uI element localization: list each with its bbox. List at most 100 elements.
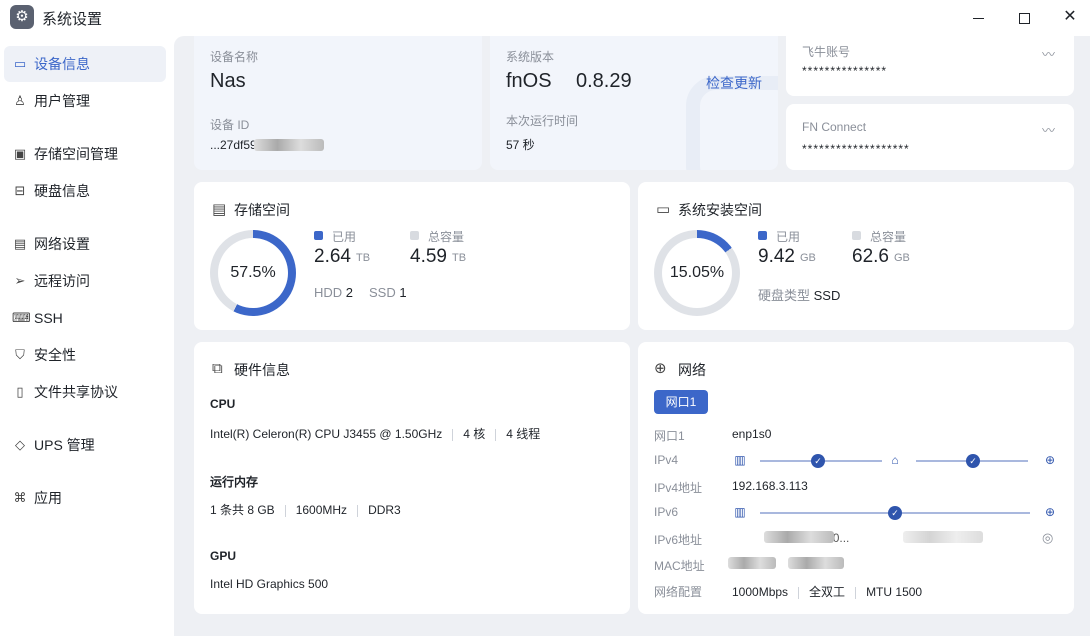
check-icon: ✓ — [888, 506, 902, 520]
sidebar-item-label: 应用 — [34, 490, 62, 506]
feiniu-account-label: 飞牛账号 — [802, 45, 851, 59]
sidebar: ▭ 设备信息 ♙ 用户管理 ▣ 存储空间管理 ⊟ 硬盘信息 ▤ 网络设置 ➢ 远… — [0, 36, 174, 636]
cpu-heading: CPU — [210, 397, 236, 411]
network-title: 网络 — [678, 362, 706, 378]
minimize-button[interactable] — [958, 4, 998, 30]
code-icon: ⌨ — [12, 310, 31, 325]
fn-connect-label: FN Connect — [802, 120, 867, 134]
apps-icon: ⌘ — [13, 490, 27, 505]
sidebar-item-label: UPS 管理 — [34, 437, 95, 453]
device-node-icon: ▥ — [734, 453, 746, 467]
device-name: Nas — [210, 70, 246, 92]
total-legend-swatch — [410, 231, 419, 240]
sidebar-item-disk[interactable]: ⊟ 硬盘信息 — [4, 173, 166, 209]
storage-icon: ▣ — [13, 146, 27, 161]
storage-total-unit: TB — [452, 252, 467, 264]
sidebar-item-device-info[interactable]: ▭ 设备信息 — [4, 46, 166, 82]
eye-closed-icon[interactable]: 〰 — [1042, 120, 1055, 139]
storage-total-value: 4.59 — [410, 246, 447, 267]
ipv4-address-value: 192.168.3.113 — [732, 479, 808, 493]
sidebar-item-security[interactable]: ⛉ 安全性 — [4, 337, 166, 373]
memory-speed: 1600MHz — [295, 503, 348, 517]
total-legend-swatch — [852, 231, 861, 240]
shield-icon: ⛉ — [15, 347, 25, 362]
tab-port1[interactable]: 网口1 — [654, 390, 708, 414]
eye-closed-icon[interactable]: 〰 — [1042, 44, 1055, 63]
maximize-icon — [1018, 12, 1030, 24]
network-card: ⊕ 网络 网口1 网口1 enp1s0 IPv4 ▥ ✓ ⌂ ✓ ⊕ IPv4地… — [638, 342, 1074, 614]
hardware-title: 硬件信息 — [234, 362, 290, 378]
system-disk-usage-ring: 15.05% — [654, 230, 740, 316]
redaction-blur — [788, 557, 844, 569]
uptime-label: 本次运行时间 — [506, 114, 579, 128]
used-legend-swatch — [758, 231, 767, 240]
sidebar-item-network[interactable]: ▤ 网络设置 — [4, 226, 166, 262]
sidebar-item-apps[interactable]: ⌘ 应用 — [4, 480, 166, 516]
hardware-icon: ⧉ — [212, 360, 223, 377]
feiniu-account-value: *************** — [802, 64, 888, 78]
sidebar-item-remote[interactable]: ➢ 远程访问 — [4, 263, 166, 299]
ups-icon: ◇ — [15, 437, 25, 452]
sidebar-item-label: 硬盘信息 — [34, 183, 90, 199]
system-disk-usage-percent: 15.05% — [662, 238, 732, 308]
sidebar-item-label: 远程访问 — [34, 273, 90, 289]
storage-used-value: 2.64 — [314, 246, 351, 267]
cpu-info: Intel(R) Celeron(R) CPU J3455 @ 1.50GHz 4… — [210, 425, 540, 442]
minimize-icon — [972, 17, 984, 20]
close-icon: ✕ — [1063, 8, 1077, 25]
device-id: ...27df590...8occ... — [210, 138, 450, 152]
sidebar-item-ups[interactable]: ◇ UPS 管理 — [4, 427, 166, 463]
cpu-cores: 4 核 — [463, 427, 486, 441]
redaction-blur — [254, 139, 324, 151]
sidebar-item-label: 网络设置 — [34, 236, 90, 252]
network-icon: ▤ — [13, 236, 27, 251]
total-label: 总容量 — [428, 230, 465, 244]
os-name: fnOS — [506, 70, 552, 92]
memory-type: DDR3 — [368, 503, 401, 517]
device-name-label: 设备名称 — [210, 50, 259, 64]
used-legend-swatch — [314, 231, 323, 240]
disk-icon: ▭ — [656, 201, 671, 218]
internet-globe-icon: ⊕ — [1044, 505, 1056, 519]
sidebar-item-users[interactable]: ♙ 用户管理 — [4, 83, 166, 119]
system-version-label: 系统版本 — [506, 50, 555, 64]
title-bar: ⚙ 系统设置 ✕ — [0, 0, 1090, 36]
ipv4-key: IPv4 — [654, 453, 679, 467]
sidebar-item-label: 安全性 — [34, 347, 76, 363]
file-icon: ▯ — [16, 384, 24, 399]
sidebar-item-ssh[interactable]: ⌨ SSH — [4, 300, 166, 336]
internet-globe-icon: ⊕ — [1044, 453, 1056, 467]
hardware-card: ⧉ 硬件信息 CPU Intel(R) Celeron(R) CPU J3455… — [194, 342, 630, 614]
ssd-count: SSD 1 — [369, 285, 407, 300]
check-update-link[interactable]: 检查更新 — [706, 73, 762, 93]
os-version: 0.8.29 — [576, 70, 632, 92]
ipv6-key: IPv6 — [654, 505, 679, 519]
gpu-model: Intel HD Graphics 500 — [210, 577, 329, 591]
globe-icon: ⊕ — [654, 360, 667, 377]
system-disk-total-value: 62.6 — [852, 246, 889, 267]
device-icon: ▭ — [13, 56, 27, 71]
ipv4-address-key: IPv4地址 — [654, 481, 703, 495]
fn-connect-card: FN Connect ******************* 〰 — [786, 104, 1074, 170]
sidebar-item-label: 文件共享协议 — [34, 384, 118, 400]
system-disk-title: 系统安装空间 — [678, 202, 762, 218]
sidebar-item-storage[interactable]: ▣ 存储空间管理 — [4, 136, 166, 172]
maximize-button[interactable] — [1004, 4, 1044, 30]
mtu: MTU 1500 — [866, 585, 923, 599]
redaction-blur — [903, 531, 983, 543]
system-disk-used-value: 9.42 — [758, 246, 795, 267]
send-icon: ➢ — [14, 273, 26, 288]
memory-info: 1 条共 8 GB 1600MHz DDR3 — [210, 501, 401, 518]
used-label: 已用 — [776, 230, 801, 244]
fn-connect-value: ******************* — [802, 142, 910, 156]
sidebar-item-label: 存储空间管理 — [34, 146, 118, 162]
close-button[interactable]: ✕ — [1050, 4, 1090, 30]
system-card: 系统版本 fnOS 0.8.29 检查更新 本次运行时间 57 秒 — [490, 36, 778, 170]
eye-icon[interactable]: ◎ — [1042, 530, 1053, 546]
main-content: 设备名称 Nas 设备 ID ...27df590...8occ... 系统版本… — [174, 36, 1090, 636]
used-label: 已用 — [332, 230, 357, 244]
network-config-value: 1000Mbps 全双工 MTU 1500 — [732, 583, 922, 600]
device-node-icon: ▥ — [734, 505, 746, 519]
storage-usage-ring: 57.5% — [210, 230, 296, 316]
sidebar-item-file-sharing[interactable]: ▯ 文件共享协议 — [4, 374, 166, 410]
